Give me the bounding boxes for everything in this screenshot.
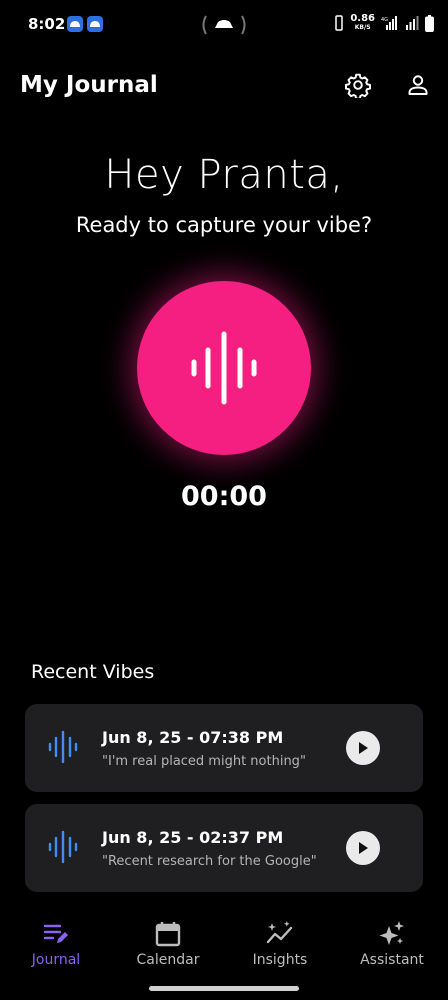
- status-icons: 0.86 KB/S 4G: [334, 14, 434, 32]
- soundwave-icon: [48, 830, 78, 864]
- journal-icon: [43, 924, 68, 943]
- soundwave-icon: [191, 331, 257, 405]
- signal-icon-2: [406, 16, 419, 30]
- page-title: My Journal: [20, 72, 158, 98]
- play-button[interactable]: [346, 731, 380, 765]
- user-icon: [408, 75, 428, 95]
- nav-label: Assistant: [360, 952, 424, 968]
- network-type: 4G: [381, 17, 388, 23]
- greeting: Hey Pranta,: [104, 152, 344, 198]
- settings-button[interactable]: [343, 70, 373, 100]
- camera-cutout-icon: [202, 15, 246, 35]
- list-item[interactable]: Jun 8, 25 - 07:38 PM "I'm real placed mi…: [25, 704, 423, 792]
- list-item[interactable]: Jun 8, 25 - 02:37 PM "Recent research fo…: [25, 804, 423, 892]
- bottom-nav: Journal Calendar Insights Assistant: [0, 912, 448, 982]
- entry-snippet: "I'm real placed might nothing": [102, 754, 306, 769]
- insights-icon: [266, 921, 293, 944]
- nav-item-journal[interactable]: Journal: [0, 912, 112, 982]
- nav-label: Insights: [252, 952, 308, 968]
- entry-snippet: "Recent research for the Google": [102, 854, 317, 869]
- play-icon: [359, 742, 368, 754]
- nav-item-insights[interactable]: Insights: [224, 912, 336, 982]
- signal-icon: 4G: [381, 16, 397, 30]
- gear-icon: [345, 73, 371, 98]
- entry-date: Jun 8, 25 - 02:37 PM: [102, 828, 284, 847]
- battery-icon: [425, 14, 434, 32]
- calendar-icon: [155, 922, 181, 947]
- status-bar: 8:02 0.86 KB/S 4G: [0, 0, 448, 50]
- notification-icon: [87, 16, 103, 32]
- home-indicator[interactable]: [149, 986, 299, 991]
- nav-item-calendar[interactable]: Calendar: [112, 912, 224, 982]
- entry-date: Jun 8, 25 - 07:38 PM: [102, 728, 284, 747]
- soundwave-icon: [48, 730, 78, 764]
- nav-item-assistant[interactable]: Assistant: [336, 912, 448, 982]
- recording-timer: 00:00: [181, 481, 267, 512]
- profile-button[interactable]: [403, 70, 433, 100]
- nav-label: Calendar: [136, 952, 200, 968]
- recent-vibes-heading: Recent Vibes: [31, 661, 155, 683]
- nav-label: Journal: [31, 952, 81, 968]
- vibrate-icon: [335, 15, 344, 31]
- status-time: 8:02: [28, 15, 66, 33]
- greeting-subtitle: Ready to capture your vibe?: [75, 213, 373, 237]
- record-button[interactable]: [137, 281, 311, 455]
- network-speed: 0.86 KB/S: [350, 13, 375, 32]
- sparkle-icon: [379, 921, 404, 945]
- play-icon: [359, 842, 368, 854]
- notification-icon: [67, 16, 83, 32]
- play-button[interactable]: [346, 831, 380, 865]
